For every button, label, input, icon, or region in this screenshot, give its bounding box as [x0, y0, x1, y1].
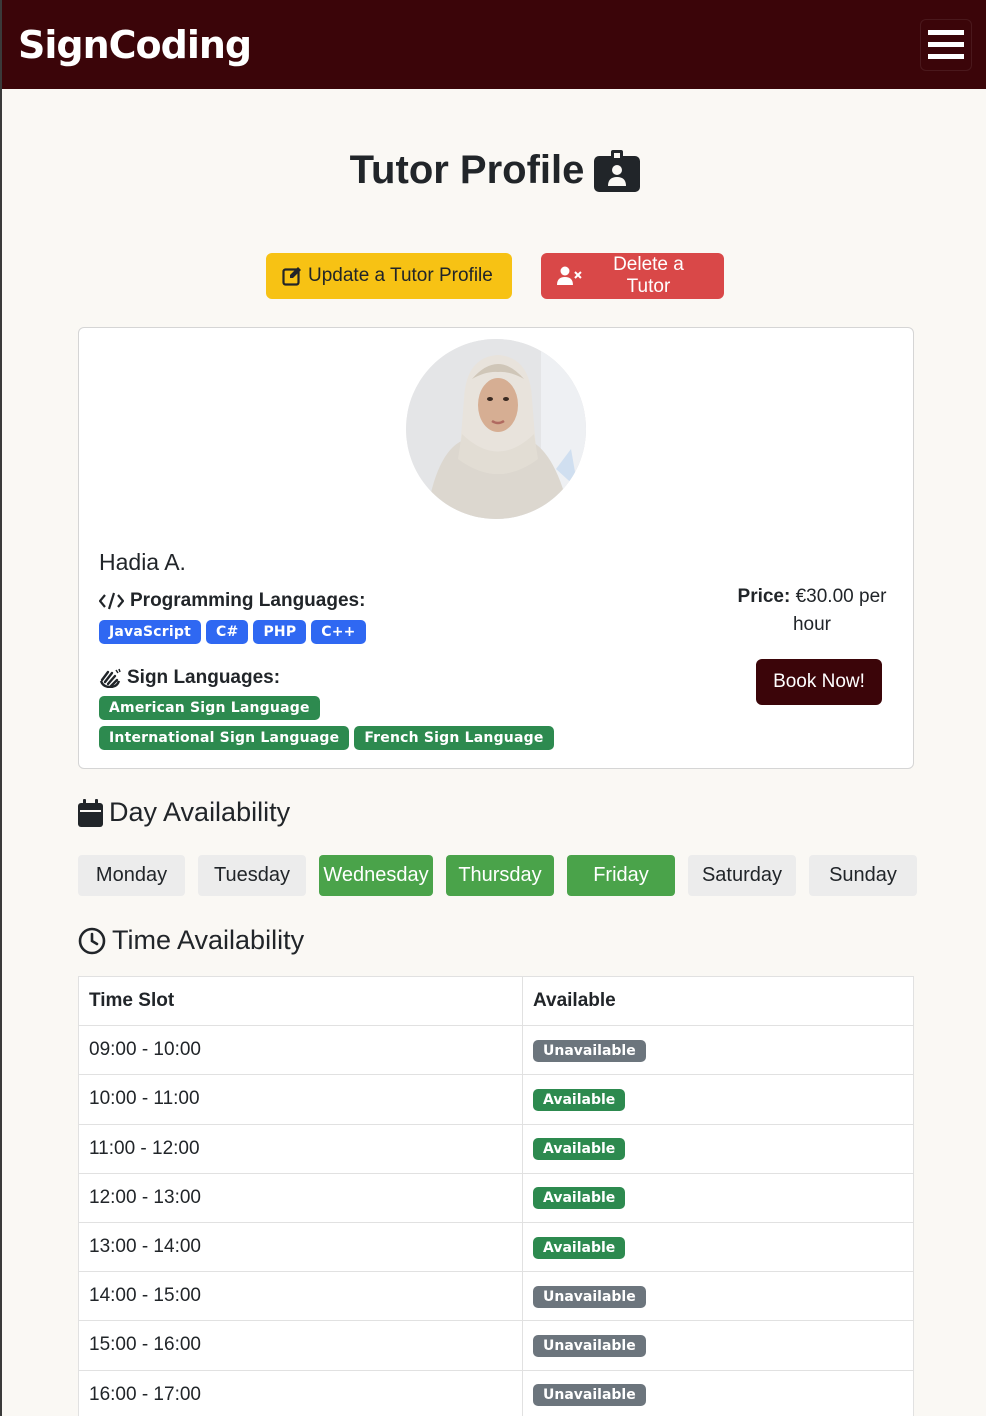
profile-actions: Update a Tutor Profile Delete a Tutor	[2, 253, 986, 299]
table-row: 16:00 - 17:00 Unavailable	[78, 1369, 914, 1416]
delete-tutor-button[interactable]: Delete a Tutor	[541, 253, 724, 299]
table-row: 14:00 - 15:00 Unavailable	[78, 1271, 914, 1322]
user-remove-icon	[557, 266, 582, 285]
menu-toggle-button[interactable]	[920, 18, 972, 71]
day-list: Monday Tuesday Wednesday Thursday Friday…	[78, 855, 917, 896]
tutor-card: Hadia A. Programming Languages: JavaScri…	[78, 327, 914, 769]
table-row: 11:00 - 12:00 Available	[78, 1123, 914, 1174]
day-monday: Monday	[78, 855, 185, 896]
status-badge: Unavailable	[533, 1039, 646, 1062]
calendar-icon	[78, 798, 103, 827]
sign-language-badge: French Sign Language	[354, 726, 554, 750]
sign-language-badge: International Sign Language	[99, 726, 350, 750]
day-sunday: Sunday	[809, 855, 917, 896]
programming-heading-text: Programming Languages:	[130, 590, 366, 611]
day-thursday: Thursday	[446, 855, 554, 896]
table-row: 10:00 - 11:00 Available	[78, 1074, 914, 1125]
update-tutor-button[interactable]: Update a Tutor Profile	[266, 253, 512, 299]
price-info: Price: €30.00 per hour	[727, 583, 897, 639]
update-tutor-label: Update a Tutor Profile	[308, 265, 493, 286]
day-friday: Friday	[567, 855, 675, 896]
status-badge: Unavailable	[533, 1285, 646, 1308]
hamburger-icon	[928, 30, 964, 35]
table-row: 15:00 - 16:00 Unavailable	[78, 1320, 914, 1371]
column-header-available: Available	[522, 975, 914, 1027]
status-badge: Unavailable	[533, 1334, 646, 1357]
status-badge: Unavailable	[533, 1384, 646, 1407]
edit-icon	[282, 267, 301, 286]
delete-tutor-label: Delete a Tutor	[613, 254, 684, 297]
day-availability-title: Day Availability	[109, 797, 291, 827]
time-slot-cell: 11:00 - 12:00	[78, 1123, 523, 1174]
table-header-row: Time Slot Available	[78, 975, 914, 1027]
tutor-name: Hadia A.	[99, 549, 186, 575]
day-wednesday: Wednesday	[319, 855, 433, 896]
table-row: 09:00 - 10:00 Unavailable	[78, 1025, 914, 1076]
price-label: Price:	[737, 586, 791, 607]
tutor-avatar	[406, 339, 586, 519]
day-availability-heading: Day Availability	[78, 797, 290, 828]
status-badge: Available	[533, 1138, 626, 1161]
time-slot-cell: 16:00 - 17:00	[78, 1369, 523, 1416]
price-value: €30.00 per hour	[792, 586, 887, 635]
sign-heading-text: Sign Languages:	[127, 667, 281, 688]
day-saturday: Saturday	[688, 855, 796, 896]
programming-badges: JavaScript C# PHP C++	[99, 620, 366, 644]
clock-icon	[78, 927, 106, 954]
column-header-time-slot: Time Slot	[78, 975, 523, 1027]
status-badge: Available	[533, 1088, 626, 1111]
status-badge: Available	[533, 1236, 626, 1259]
time-slot-cell: 13:00 - 14:00	[78, 1221, 523, 1273]
navbar: SignCoding	[2, 0, 986, 89]
status-badge: Available	[533, 1187, 626, 1210]
time-slot-table: Time Slot Available 09:00 - 10:00 Unavai…	[78, 975, 914, 1416]
time-slot-cell: 10:00 - 11:00	[78, 1074, 523, 1125]
programming-badge: PHP	[253, 620, 307, 644]
hands-signing-icon	[99, 668, 121, 688]
programming-heading: Programming Languages:	[99, 590, 365, 612]
time-slot-cell: 14:00 - 15:00	[78, 1271, 523, 1322]
time-slot-cell: 09:00 - 10:00	[78, 1025, 523, 1076]
code-icon	[99, 592, 124, 610]
brand-logo[interactable]: SignCoding	[18, 23, 252, 67]
table-row: 13:00 - 14:00 Available	[78, 1221, 914, 1273]
sign-badges: American Sign Language International Sig…	[99, 696, 559, 750]
programming-badge: C#	[206, 620, 249, 644]
page-title-row: Tutor Profile	[2, 148, 986, 193]
time-availability-title: Time Availability	[112, 925, 305, 955]
sign-language-badge: American Sign Language	[99, 696, 320, 720]
time-slot-cell: 12:00 - 13:00	[78, 1172, 523, 1223]
programming-badge: C++	[311, 620, 366, 644]
programming-badge: JavaScript	[99, 620, 202, 644]
table-row: 12:00 - 13:00 Available	[78, 1172, 914, 1223]
id-badge-icon	[594, 149, 641, 192]
time-slot-cell: 15:00 - 16:00	[78, 1320, 523, 1371]
time-availability-heading: Time Availability	[78, 925, 304, 956]
page-title: Tutor Profile	[349, 148, 585, 192]
book-now-button[interactable]: Book Now!	[756, 659, 882, 705]
sign-heading: Sign Languages:	[99, 667, 280, 689]
day-tuesday: Tuesday	[198, 855, 306, 896]
